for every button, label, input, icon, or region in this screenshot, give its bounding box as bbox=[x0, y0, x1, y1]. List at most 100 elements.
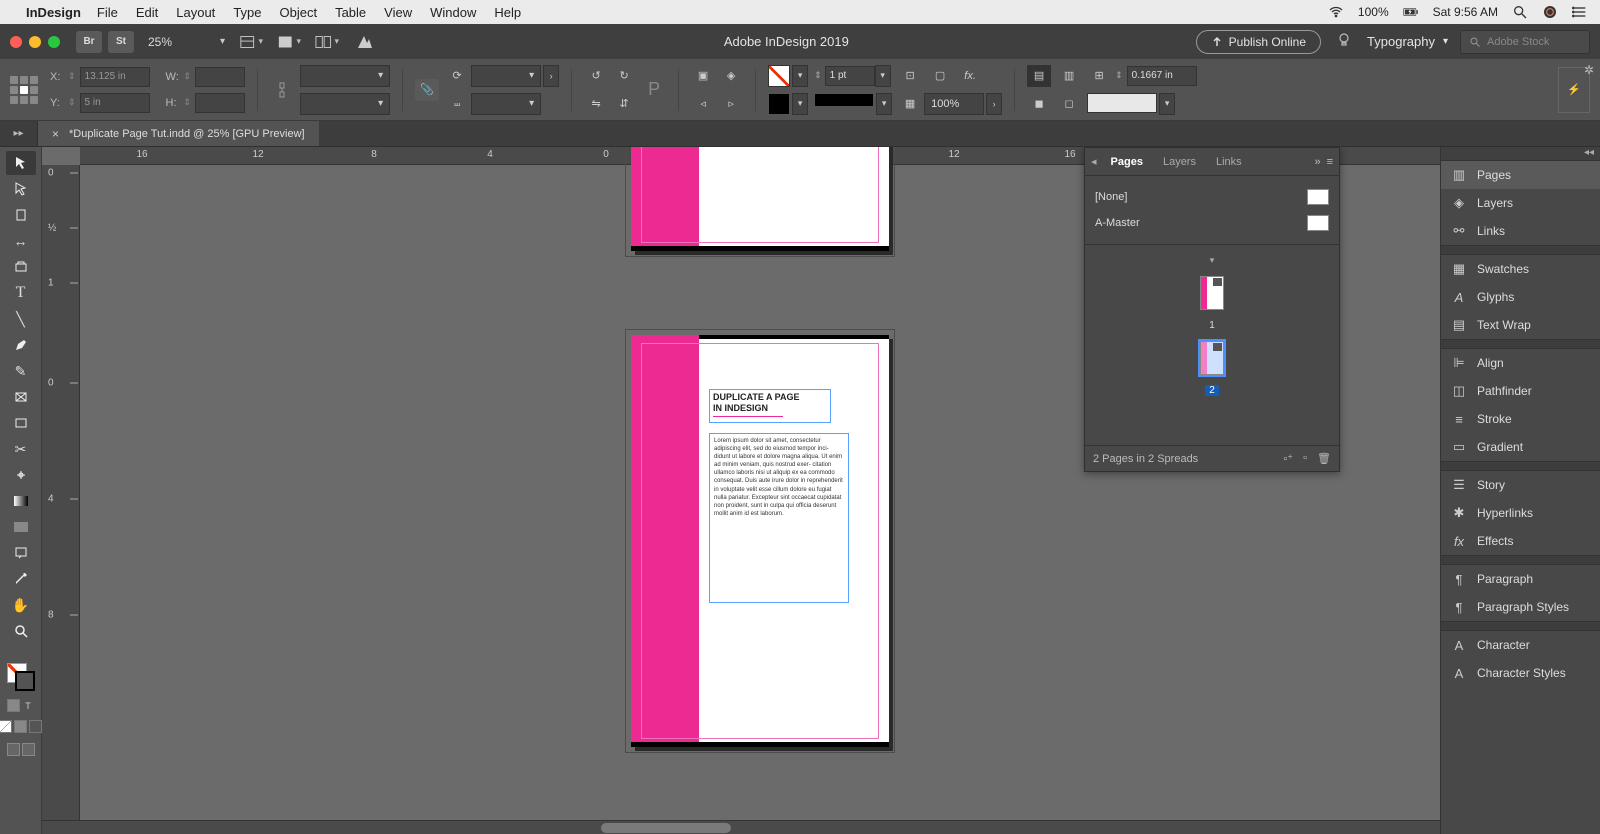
page-thumb-2[interactable] bbox=[1200, 341, 1224, 375]
x-input[interactable]: 13.125 in bbox=[80, 67, 150, 87]
master-none[interactable]: [None] bbox=[1095, 191, 1127, 203]
horizontal-scrollbar[interactable] bbox=[42, 820, 1440, 834]
opacity-icon[interactable]: ▦ bbox=[898, 93, 922, 115]
content-collector-tool[interactable] bbox=[6, 255, 36, 279]
stroke-weight-drop[interactable]: ▾ bbox=[875, 65, 891, 87]
pasteboard[interactable]: DUPLICATE A PAGE IN INDESIGN Lorem ipsum… bbox=[80, 165, 1440, 834]
menubar-help[interactable]: Help bbox=[494, 5, 521, 20]
delete-page-icon[interactable]: 🗑 bbox=[1317, 452, 1331, 465]
workspace-switcher[interactable]: Typography ▾ bbox=[1367, 34, 1448, 49]
menu-extras-icon[interactable] bbox=[1572, 4, 1588, 20]
dock-layers[interactable]: ◈Layers bbox=[1441, 189, 1600, 217]
dock-hyperlinks[interactable]: ✱Hyperlinks bbox=[1441, 499, 1600, 527]
spotlight-icon[interactable] bbox=[1512, 4, 1528, 20]
zoom-tool[interactable] bbox=[6, 619, 36, 643]
edit-page-size-icon[interactable]: ▫⁺ bbox=[1283, 452, 1293, 465]
vertical-ruler[interactable]: 0 ½ 1 0 4 8 bbox=[42, 165, 80, 834]
shear-icon[interactable]: ⧢ bbox=[445, 93, 469, 115]
control-panel-menu-icon[interactable]: ✲ bbox=[1584, 63, 1594, 77]
h-input[interactable] bbox=[195, 93, 245, 113]
zoom-level[interactable]: 25% bbox=[148, 35, 208, 49]
zoom-dropdown-icon[interactable]: ▾ bbox=[220, 36, 225, 47]
stroke-drop[interactable]: ▾ bbox=[792, 93, 808, 115]
scale-x-dropdown[interactable]: ▾ bbox=[300, 65, 390, 87]
dock-pathfinder[interactable]: ◫Pathfinder bbox=[1441, 377, 1600, 405]
close-window[interactable] bbox=[10, 36, 22, 48]
textwrap-none-icon[interactable]: ▤ bbox=[1027, 65, 1051, 87]
body-text-frame[interactable]: Lorem ipsum dolor sit amet, consectetur … bbox=[709, 433, 849, 603]
stock-button[interactable]: St bbox=[108, 31, 134, 53]
scale-y-dropdown[interactable]: ▾ bbox=[300, 93, 390, 115]
constrain-icon[interactable] bbox=[270, 79, 294, 101]
master-a-thumb[interactable] bbox=[1307, 215, 1329, 231]
rotate-dropdown[interactable]: ▾ bbox=[471, 65, 541, 87]
dock-swatches[interactable]: ▦Swatches bbox=[1441, 255, 1600, 283]
hand-tool[interactable]: ✋ bbox=[6, 593, 36, 617]
gradient-feather-tool[interactable] bbox=[6, 515, 36, 539]
eyedropper-tool[interactable] bbox=[6, 567, 36, 591]
fill-swatch[interactable] bbox=[768, 65, 790, 87]
spread-1[interactable] bbox=[631, 147, 889, 251]
scissors-tool[interactable]: ✂ bbox=[6, 437, 36, 461]
pen-tool[interactable] bbox=[6, 333, 36, 357]
corner-options-icon[interactable]: ⊞ bbox=[1087, 65, 1111, 87]
rotate-ccw-icon[interactable]: ↺ bbox=[584, 65, 608, 87]
page-thumb-1[interactable] bbox=[1200, 276, 1224, 310]
rotate-cw-icon[interactable]: ↻ bbox=[612, 65, 636, 87]
select-container-icon[interactable]: ▣ bbox=[691, 65, 715, 87]
reference-point-grid[interactable] bbox=[10, 76, 38, 104]
corner-radius-input[interactable]: 0.1667 in bbox=[1127, 66, 1197, 86]
shear-dropdown[interactable]: ▾ bbox=[471, 93, 541, 115]
collapse-panel-icon[interactable]: » bbox=[1314, 156, 1320, 168]
next-object-icon[interactable]: ▹ bbox=[719, 93, 743, 115]
layers-tab[interactable]: Layers bbox=[1153, 148, 1206, 175]
opacity-more[interactable]: › bbox=[986, 93, 1002, 115]
dock-character[interactable]: ACharacter bbox=[1441, 631, 1600, 659]
wifi-icon[interactable] bbox=[1328, 4, 1344, 20]
flip-h-icon[interactable]: ⇋ bbox=[584, 93, 608, 115]
dock-paragraph[interactable]: ¶Paragraph bbox=[1441, 565, 1600, 593]
attachment-icon[interactable]: 📎 bbox=[415, 79, 439, 101]
flip-v-icon[interactable]: ⇵ bbox=[612, 93, 636, 115]
free-transform-tool[interactable] bbox=[6, 463, 36, 487]
dock-effects[interactable]: fxEffects bbox=[1441, 527, 1600, 555]
view-options-1[interactable]: ▾ bbox=[239, 31, 263, 53]
screen-mode[interactable] bbox=[7, 743, 35, 756]
view-options-2[interactable]: ▾ bbox=[277, 31, 301, 53]
master-none-thumb[interactable] bbox=[1307, 189, 1329, 205]
heading-text-frame[interactable]: DUPLICATE A PAGE IN INDESIGN bbox=[709, 389, 831, 423]
menubar-edit[interactable]: Edit bbox=[136, 5, 158, 20]
dock-links[interactable]: ⚯Links bbox=[1441, 217, 1600, 245]
y-input[interactable]: 5 in bbox=[80, 93, 150, 113]
new-page-icon[interactable]: ▫ bbox=[1303, 452, 1307, 465]
fill-stroke-toggle[interactable] bbox=[7, 663, 35, 691]
textwrap-around-icon[interactable]: ▥ bbox=[1057, 65, 1081, 87]
format-container-text[interactable]: T bbox=[7, 699, 35, 712]
pages-tab[interactable]: Pages bbox=[1101, 148, 1153, 175]
fill-drop[interactable]: ▾ bbox=[792, 65, 808, 87]
adobe-stock-search[interactable]: Adobe Stock bbox=[1460, 30, 1590, 54]
panel-grip-icon[interactable]: ◂ bbox=[1091, 155, 1097, 168]
menubar-appname[interactable]: InDesign bbox=[26, 5, 81, 20]
spread-2[interactable]: DUPLICATE A PAGE IN INDESIGN Lorem ipsum… bbox=[631, 335, 889, 747]
bridge-button[interactable]: Br bbox=[76, 31, 102, 53]
arrange-button[interactable]: ▾ bbox=[315, 31, 339, 53]
scrollbar-thumb[interactable] bbox=[601, 823, 731, 833]
document-canvas[interactable]: 16 12 8 4 0 4 8 12 16 0 ½ 1 0 4 8 bbox=[42, 147, 1440, 834]
panel-menu-icon[interactable]: ≡ bbox=[1327, 156, 1333, 168]
feather-icon[interactable]: ◻ bbox=[1057, 93, 1081, 115]
maximize-window[interactable] bbox=[48, 36, 60, 48]
dock-textwrap[interactable]: ▤Text Wrap bbox=[1441, 311, 1600, 339]
links-tab[interactable]: Links bbox=[1206, 148, 1252, 175]
minimize-window[interactable] bbox=[29, 36, 41, 48]
dock-glyphs[interactable]: AGlyphs bbox=[1441, 283, 1600, 311]
dock-align[interactable]: ⊫Align bbox=[1441, 349, 1600, 377]
publish-online-button[interactable]: Publish Online bbox=[1196, 30, 1321, 54]
menubar-type[interactable]: Type bbox=[233, 5, 261, 20]
prev-object-icon[interactable]: ◃ bbox=[691, 93, 715, 115]
page-2[interactable]: DUPLICATE A PAGE IN INDESIGN Lorem ipsum… bbox=[631, 335, 889, 747]
stroke-style-drop[interactable]: ▾ bbox=[876, 93, 892, 115]
menubar-clock[interactable]: Sat 9:56 AM bbox=[1433, 5, 1498, 19]
stroke-weight-input[interactable]: 1 pt bbox=[825, 66, 875, 86]
fx-icon[interactable]: fx. bbox=[958, 65, 982, 87]
